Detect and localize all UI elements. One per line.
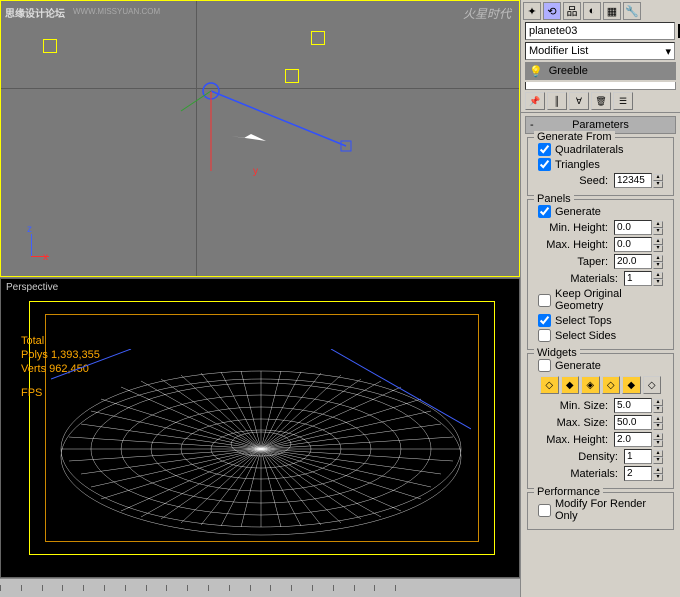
viewport-top[interactable]: 思缘设计论坛 WWW.MISSYUAN.COM 火星时代 y zx (0, 0, 520, 277)
modifier-list-dropdown[interactable]: Modifier List (525, 42, 675, 60)
spinner-up-icon[interactable]: ▴ (653, 467, 663, 474)
chk-select-sides[interactable] (538, 329, 551, 342)
widget-shape-2-button[interactable]: ◆ (561, 376, 580, 394)
configure-sets-button[interactable]: ☰ (613, 92, 633, 110)
taper-input[interactable] (614, 254, 652, 269)
spinner-up-icon[interactable]: ▴ (653, 238, 663, 245)
spinner-up-icon[interactable]: ▴ (653, 433, 663, 440)
camera-cone-icon[interactable] (196, 86, 376, 186)
spinner-up-icon[interactable]: ▴ (653, 255, 663, 262)
max-size-input[interactable] (614, 415, 652, 430)
spinner-up-icon[interactable]: ▴ (653, 416, 663, 423)
widget-shape-1-button[interactable]: ◇ (540, 376, 559, 394)
tab-create-icon[interactable]: ✦ (523, 2, 541, 20)
bulb-icon[interactable]: 💡 (529, 65, 543, 78)
spinner-up-icon[interactable]: ▴ (653, 174, 663, 181)
make-unique-button[interactable]: ∀ (569, 92, 589, 110)
spinner-down-icon[interactable]: ▾ (653, 423, 663, 430)
chk-select-tops[interactable] (538, 314, 551, 327)
chk-quadrilaterals[interactable] (538, 143, 551, 156)
widgets-max-height-input[interactable] (614, 432, 652, 447)
watermark-text: 思缘设计论坛 (5, 5, 65, 20)
axis-gizmo-icon: zx (13, 224, 53, 264)
wireframe-mesh[interactable] (51, 349, 471, 549)
object-marker[interactable] (311, 31, 325, 45)
spinner-down-icon[interactable]: ▾ (653, 406, 663, 413)
panels-materials-input[interactable] (624, 271, 652, 286)
show-result-button[interactable]: ║ (547, 92, 567, 110)
object-marker[interactable] (285, 69, 299, 83)
group-widgets: Widgets Generate ◇ ◆ ◈ ◇ ◆ ◇ Min. Size:▴… (527, 353, 674, 489)
widget-shape-4-button[interactable]: ◇ (602, 376, 621, 394)
object-marker[interactable] (43, 39, 57, 53)
spinner-down-icon[interactable]: ▾ (653, 474, 663, 481)
spinner-up-icon[interactable]: ▴ (653, 399, 663, 406)
stats-total: Total (21, 334, 100, 348)
spinner-up-icon[interactable]: ▴ (653, 450, 663, 457)
watermark-url: WWW.MISSYUAN.COM (73, 7, 160, 16)
spinner-down-icon[interactable]: ▾ (653, 262, 663, 269)
viewport-perspective[interactable]: Perspective Total Polys 1,393,355 Verts … (0, 278, 520, 578)
command-panel: ✦ ⟲ 品 ◐ ▦ 🔧 Modifier List 💡 Greeble 📌 ║ … (520, 0, 680, 597)
chk-render-only[interactable] (538, 504, 551, 517)
spinner-down-icon[interactable]: ▾ (653, 181, 663, 188)
min-size-input[interactable] (614, 398, 652, 413)
widget-shape-5-button[interactable]: ◆ (622, 376, 641, 394)
axis-y-label: y (253, 166, 258, 177)
tab-toolbar: ✦ ⟲ 品 ◐ ▦ 🔧 (521, 0, 680, 20)
tab-hierarchy-icon[interactable]: 品 (563, 2, 581, 20)
tab-display-icon[interactable]: ▦ (603, 2, 621, 20)
spinner-down-icon[interactable]: ▾ (653, 279, 663, 286)
spinner-down-icon[interactable]: ▾ (653, 457, 663, 464)
spinner-up-icon[interactable]: ▴ (653, 272, 663, 279)
widget-shape-6-button[interactable]: ◇ (643, 376, 662, 394)
tab-motion-icon[interactable]: ◐ (583, 2, 601, 20)
viewport-area: 思缘设计论坛 WWW.MISSYUAN.COM 火星时代 y zx (0, 0, 520, 578)
spinner-down-icon[interactable]: ▾ (653, 228, 663, 235)
chk-keep-original[interactable] (538, 294, 551, 307)
watermark-logo: 火星时代 (463, 5, 511, 22)
seed-input[interactable] (614, 173, 652, 188)
chk-widgets-generate[interactable] (538, 359, 551, 372)
spinner-down-icon[interactable]: ▾ (653, 245, 663, 252)
pin-stack-button[interactable]: 📌 (525, 92, 545, 110)
tab-utilities-icon[interactable]: 🔧 (623, 2, 641, 20)
modifier-stack-item[interactable]: 💡 Greeble (525, 62, 676, 80)
spinner-down-icon[interactable]: ▾ (653, 440, 663, 447)
density-input[interactable] (624, 449, 652, 464)
minus-icon: - (530, 119, 534, 131)
widgets-materials-input[interactable] (624, 466, 652, 481)
remove-modifier-button[interactable]: 🗑 (591, 92, 611, 110)
group-performance: Performance Modify For Render Only (527, 492, 674, 530)
chk-panels-generate[interactable] (538, 205, 551, 218)
widget-shape-3-button[interactable]: ◈ (581, 376, 600, 394)
modifier-name: Greeble (549, 65, 588, 77)
min-height-input[interactable] (614, 220, 652, 235)
timeline-slider[interactable] (0, 578, 520, 597)
viewport-label: Perspective (6, 282, 58, 293)
tab-modify-icon[interactable]: ⟲ (543, 2, 561, 20)
group-panels: Panels Generate Min. Height:▴▾ Max. Heig… (527, 199, 674, 350)
object-name-input[interactable] (525, 22, 675, 40)
max-height-input[interactable] (614, 237, 652, 252)
group-generate-from: Generate From Quadrilaterals Triangles S… (527, 137, 674, 196)
chk-triangles[interactable] (538, 158, 551, 171)
spinner-up-icon[interactable]: ▴ (653, 221, 663, 228)
